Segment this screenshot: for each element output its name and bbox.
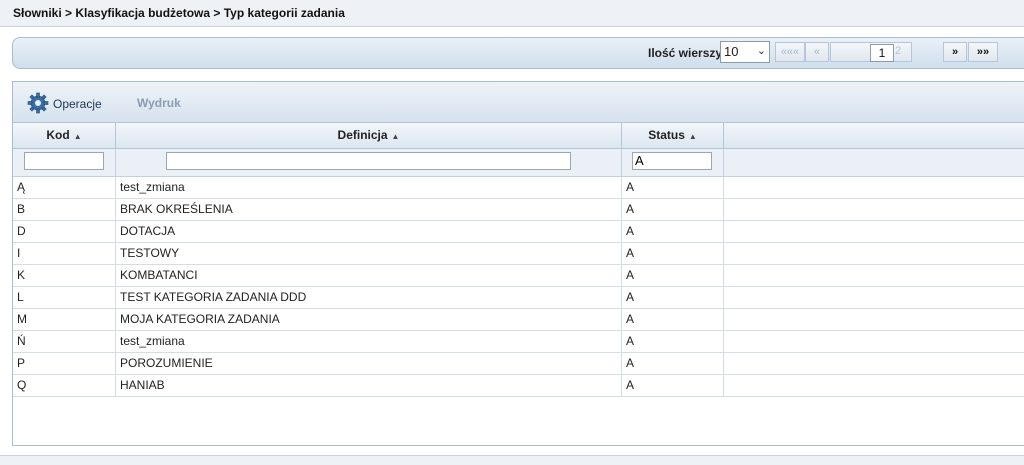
- status-cell: A: [622, 353, 724, 374]
- definicja-cell: BRAK OKREŚLENIA: [116, 199, 622, 220]
- status-filter-input[interactable]: [632, 152, 712, 170]
- status-cell: A: [622, 243, 724, 264]
- column-header-kod[interactable]: Kod ▲︎: [13, 123, 116, 148]
- kod-cell: M: [13, 309, 116, 330]
- rows-per-page-value: 10: [724, 44, 739, 59]
- filter-cell-definicja: [116, 149, 622, 176]
- status-cell: A: [622, 375, 724, 396]
- table-row[interactable]: M MOJA KATEGORIA ZADANIA A: [13, 309, 1024, 331]
- definicja-cell: test_zmiana: [116, 331, 622, 352]
- gear-icon: [27, 92, 49, 114]
- sort-icon: ▲︎: [688, 132, 697, 141]
- data-grid: Operacje Wydruk Kod ▲︎ Definicja ▲︎ Status…: [12, 81, 1024, 446]
- definicja-cell: TEST KATEGORIA ZADANIA DDD: [116, 287, 622, 308]
- page-1-button[interactable]: 1: [870, 44, 894, 62]
- table-row[interactable]: B BRAK OKREŚLENIA A: [13, 199, 1024, 221]
- grid-header: Kod ▲︎ Definicja ▲︎ Status ▲︎: [13, 123, 1024, 149]
- definicja-cell: KOMBATANCI: [116, 265, 622, 286]
- filter-cell-kod: [13, 149, 116, 176]
- status-cell: A: [622, 177, 724, 198]
- definicja-cell: test_zmiana: [116, 177, 622, 198]
- rows-per-page-select[interactable]: 10 ⌄: [720, 41, 770, 63]
- kod-cell: L: [13, 287, 116, 308]
- kod-cell: Q: [13, 375, 116, 396]
- first-page-button[interactable]: «««: [775, 42, 805, 62]
- column-header-definicja-label: Definicja: [337, 128, 388, 142]
- status-cell: A: [622, 287, 724, 308]
- definicja-cell: TESTOWY: [116, 243, 622, 264]
- definicja-cell: HANIAB: [116, 375, 622, 396]
- rows-per-page-label: Ilość wierszy: [648, 46, 723, 60]
- status-cell: A: [622, 331, 724, 352]
- sort-icon: ▲︎: [73, 132, 82, 141]
- definicja-filter-input[interactable]: [166, 152, 571, 170]
- sort-icon: ▲︎: [391, 132, 400, 141]
- pager-bar: Ilość wierszy 10 ⌄ ««« « 1 2 » »»: [12, 37, 1024, 69]
- kod-cell: B: [13, 199, 116, 220]
- breadcrumb-text: Słowniki > Klasyfikacja budżetowa > Typ …: [13, 6, 345, 20]
- column-header-definicja[interactable]: Definicja ▲︎: [116, 123, 622, 148]
- table-row[interactable]: D DOTACJA A: [13, 221, 1024, 243]
- table-row[interactable]: Ą test_zmiana A: [13, 177, 1024, 199]
- status-cell: A: [622, 199, 724, 220]
- page-2-button[interactable]: 2: [895, 45, 901, 57]
- filter-cell-status: [622, 149, 724, 176]
- column-header-status-label: Status: [648, 128, 685, 142]
- filter-row: [13, 149, 1024, 177]
- column-header-kod-label: Kod: [46, 128, 70, 142]
- chevron-down-icon: ⌄: [756, 45, 766, 57]
- table-row[interactable]: L TEST KATEGORIA ZADANIA DDD A: [13, 287, 1024, 309]
- last-page-button[interactable]: »»: [968, 42, 998, 62]
- kod-cell: Ń: [13, 331, 116, 352]
- kod-cell: Ą: [13, 177, 116, 198]
- definicja-cell: MOJA KATEGORIA ZADANIA: [116, 309, 622, 330]
- prev-page-button[interactable]: «: [805, 42, 829, 62]
- status-cell: A: [622, 221, 724, 242]
- print-button[interactable]: Wydruk: [137, 96, 181, 110]
- kod-filter-input[interactable]: [24, 152, 104, 170]
- table-row[interactable]: P POROZUMIENIE A: [13, 353, 1024, 375]
- operations-label: Operacje: [53, 97, 102, 111]
- table-row[interactable]: Ń test_zmiana A: [13, 331, 1024, 353]
- page-list: 1 2: [830, 42, 912, 62]
- status-cell: A: [622, 309, 724, 330]
- status-cell: A: [622, 265, 724, 286]
- grid-toolbar: Operacje Wydruk: [13, 82, 1024, 123]
- kod-cell: D: [13, 221, 116, 242]
- table-row[interactable]: K KOMBATANCI A: [13, 265, 1024, 287]
- next-page-button[interactable]: »: [943, 42, 967, 62]
- kod-cell: P: [13, 353, 116, 374]
- column-header-status[interactable]: Status ▲︎: [622, 123, 724, 148]
- breadcrumb: Słowniki > Klasyfikacja budżetowa > Typ …: [0, 0, 1024, 27]
- kod-cell: I: [13, 243, 116, 264]
- definicja-cell: POROZUMIENIE: [116, 353, 622, 374]
- definicja-cell: DOTACJA: [116, 221, 622, 242]
- table-row[interactable]: I TESTOWY A: [13, 243, 1024, 265]
- table-row[interactable]: Q HANIAB A: [13, 375, 1024, 397]
- kod-cell: K: [13, 265, 116, 286]
